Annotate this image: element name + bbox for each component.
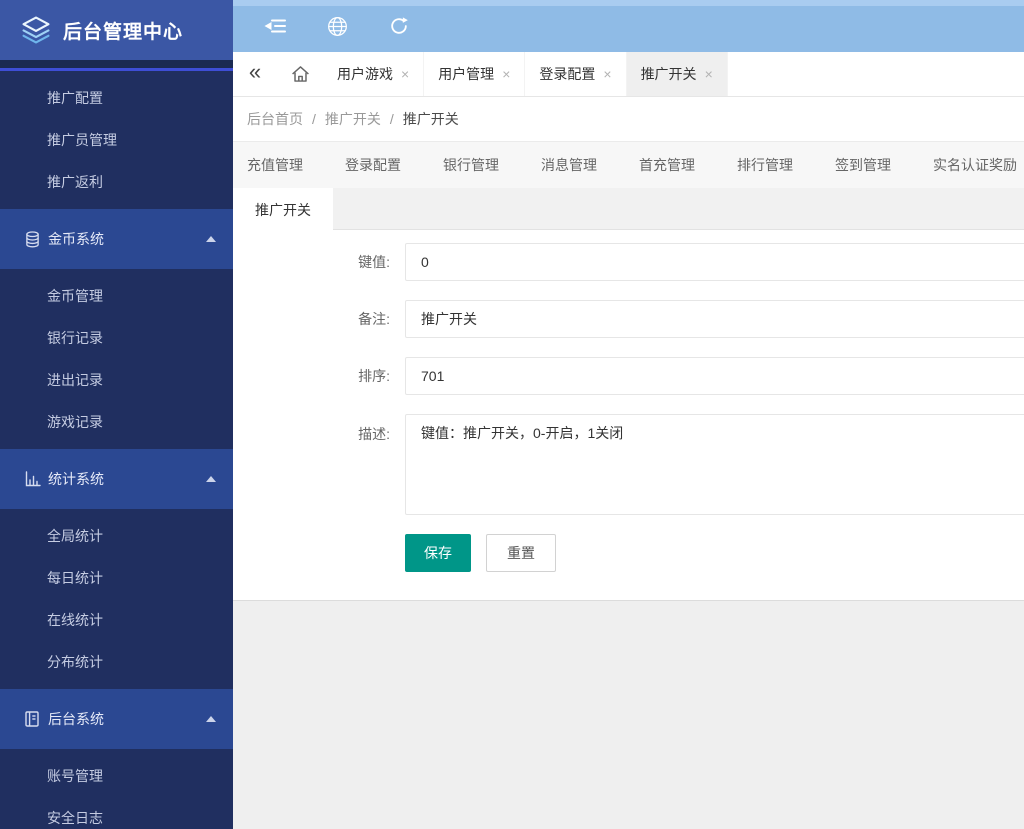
- description-textarea[interactable]: 键值：推广开关，0-开启，1关闭: [405, 414, 1024, 515]
- panel-tabstrip: 推广开关: [233, 188, 1024, 231]
- layers-logo-icon: [20, 15, 52, 45]
- tab-promo-switch[interactable]: 推广开关 ×: [626, 52, 728, 96]
- sidebar-section-label: 后台系统: [48, 711, 104, 727]
- sidebar-item-distribution-stats[interactable]: 分布统计: [0, 641, 233, 683]
- breadcrumb-separator: /: [389, 111, 394, 127]
- main-area: « 用户游戏 × 用户管理 × 登录配置 × 推广开关 × 后台首页 / 推广开…: [233, 0, 1024, 829]
- coins-database-icon: [25, 230, 42, 248]
- sidebar-section-label: 金币系统: [48, 231, 104, 247]
- menu-item-realname-reward[interactable]: 实名认证奖励: [933, 155, 1017, 175]
- sidebar-item-online-stats[interactable]: 在线统计: [0, 599, 233, 641]
- sidebar-item-game-records[interactable]: 游戏记录: [0, 401, 233, 443]
- config-menu: 充值管理 登录配置 银行管理 消息管理 首充管理 排行管理 签到管理 实名认证奖…: [233, 142, 1024, 188]
- sidebar-section-backend-system[interactable]: 后台系统: [0, 689, 233, 749]
- sidebar-item-bank-records[interactable]: 银行记录: [0, 317, 233, 359]
- close-icon[interactable]: ×: [401, 66, 409, 82]
- config-form: 键值: 备注: 排序: 描述: 键值：推广开关，0-开启，1关闭 保存 重置: [233, 230, 1024, 601]
- remark-input[interactable]: [405, 300, 1024, 338]
- sidebar-group-backend: 账号管理 安全日志: [0, 749, 233, 829]
- tab-login-config[interactable]: 登录配置 ×: [525, 52, 627, 96]
- description-label: 描述:: [358, 426, 390, 442]
- sidebar-item-daily-stats[interactable]: 每日统计: [0, 557, 233, 599]
- admin-app: 后台管理中心 推广配置 推广员管理 推广返利 金币系统 金币管理 银行记录 进出…: [0, 0, 1024, 829]
- home-tab-button[interactable]: [277, 52, 323, 96]
- caret-up-icon: [206, 716, 216, 722]
- menu-item-bank[interactable]: 银行管理: [443, 155, 499, 175]
- topbar: [233, 0, 1024, 52]
- sidebar-section-stats-system[interactable]: 统计系统: [0, 449, 233, 509]
- menu-item-checkin[interactable]: 签到管理: [835, 155, 891, 175]
- breadcrumb-separator: /: [312, 111, 316, 127]
- app-logo[interactable]: 后台管理中心: [0, 0, 233, 60]
- save-button[interactable]: 保存: [405, 534, 471, 572]
- menu-item-recharge[interactable]: 充值管理: [247, 155, 303, 175]
- menu-item-login-config[interactable]: 登录配置: [345, 155, 401, 175]
- remark-label: 备注:: [358, 311, 390, 327]
- sidebar-item-promo-config[interactable]: 推广配置: [0, 77, 233, 119]
- sidebar-item-promo-rebate[interactable]: 推广返利: [0, 161, 233, 203]
- key-input[interactable]: [405, 243, 1024, 281]
- sidebar-group-coin: 金币管理 银行记录 进出记录 游戏记录: [0, 269, 233, 449]
- form-row-key: 键值:: [233, 243, 1024, 281]
- sidebar-divider: [0, 60, 233, 68]
- sidebar-group-promotion: 推广配置 推广员管理 推广返利: [0, 71, 233, 209]
- form-row-description: 描述: 键值：推广开关，0-开启，1关闭: [233, 414, 1024, 515]
- sidebar-item-coin-management[interactable]: 金币管理: [0, 275, 233, 317]
- breadcrumb-current: 推广开关: [402, 111, 459, 127]
- ledger-icon: [25, 711, 42, 727]
- close-icon[interactable]: ×: [705, 66, 713, 82]
- sidebar-item-security-log[interactable]: 安全日志: [0, 797, 233, 829]
- key-label: 键值:: [358, 254, 390, 270]
- sidebar-section-label: 统计系统: [48, 471, 104, 487]
- tab-label: 用户游戏: [337, 66, 393, 82]
- content-background: [233, 601, 1024, 829]
- bar-chart-icon: [25, 471, 42, 487]
- tab-label: 推广开关: [640, 66, 697, 82]
- form-row-remark: 备注:: [233, 300, 1024, 338]
- breadcrumb-parent[interactable]: 推广开关: [325, 109, 381, 129]
- caret-up-icon: [206, 476, 216, 482]
- sidebar-group-stats: 全局统计 每日统计 在线统计 分布统计: [0, 509, 233, 689]
- tabbar: « 用户游戏 × 用户管理 × 登录配置 × 推广开关 ×: [233, 52, 1024, 97]
- caret-up-icon: [206, 236, 216, 242]
- sort-label: 排序:: [358, 368, 390, 384]
- close-icon[interactable]: ×: [603, 66, 611, 82]
- collapse-tabs-button[interactable]: «: [233, 52, 277, 96]
- reset-button[interactable]: 重置: [486, 534, 556, 572]
- menu-item-first-charge[interactable]: 首充管理: [639, 155, 695, 175]
- sidebar: 后台管理中心 推广配置 推广员管理 推广返利 金币系统 金币管理 银行记录 进出…: [0, 0, 233, 829]
- tab-label: 用户管理: [438, 66, 495, 82]
- tab-label: 登录配置: [539, 66, 596, 82]
- sidebar-item-global-stats[interactable]: 全局统计: [0, 515, 233, 557]
- form-row-sort: 排序:: [233, 357, 1024, 395]
- sidebar-item-account-management[interactable]: 账号管理: [0, 755, 233, 797]
- sidebar-item-promoter-management[interactable]: 推广员管理: [0, 119, 233, 161]
- sidebar-item-inout-records[interactable]: 进出记录: [0, 359, 233, 401]
- close-icon[interactable]: ×: [502, 66, 510, 82]
- home-icon: [291, 65, 310, 83]
- form-buttons: 保存 重置: [233, 534, 1024, 572]
- collapse-menu-icon[interactable]: [264, 15, 286, 37]
- breadcrumb: 后台首页 / 推广开关 / 推广开关: [233, 97, 1024, 142]
- sort-input[interactable]: [405, 357, 1024, 395]
- app-title: 后台管理中心: [63, 21, 184, 43]
- panel-tab-promo-switch[interactable]: 推广开关: [233, 188, 333, 231]
- tab-user-management[interactable]: 用户管理 ×: [424, 52, 526, 96]
- breadcrumb-home[interactable]: 后台首页: [247, 109, 303, 129]
- globe-icon[interactable]: [326, 15, 348, 37]
- menu-item-ranking[interactable]: 排行管理: [737, 155, 793, 175]
- menu-item-message[interactable]: 消息管理: [541, 155, 597, 175]
- refresh-icon[interactable]: [388, 15, 410, 37]
- tab-user-games[interactable]: 用户游戏 ×: [323, 52, 425, 96]
- sidebar-section-coin-system[interactable]: 金币系统: [0, 209, 233, 269]
